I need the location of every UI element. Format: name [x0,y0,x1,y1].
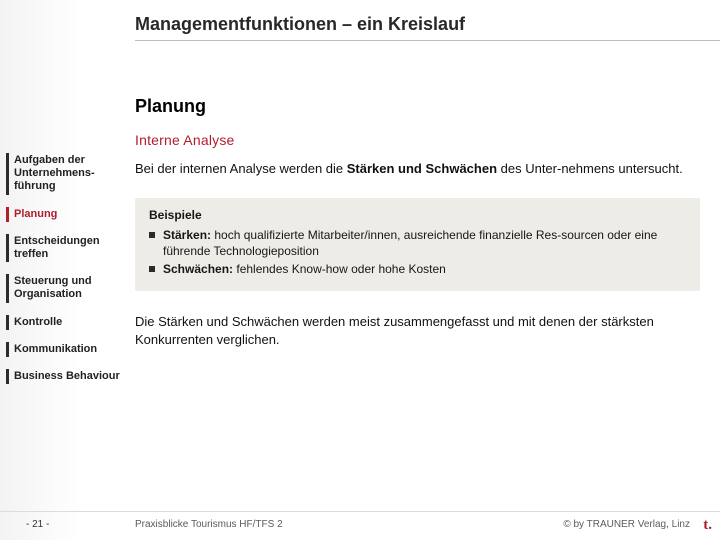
footer-divider [0,511,720,512]
example-row-body: hoch qualifizierte Mitarbeiter/innen, au… [163,228,657,258]
footer-right-text: © by TRAUNER Verlag, Linz [563,519,690,530]
example-row-body: fehlendes Know-how oder hohe Kosten [233,262,446,276]
paragraph-1: Bei der internen Analyse werden die Stär… [135,160,700,178]
title-underline [135,40,720,41]
sidebar-item-aufgaben[interactable]: Aufgaben der Unternehmens-führung [6,150,124,198]
sidebar-item-label: Business Behaviour [14,370,120,382]
example-row-label: Stärken: [163,228,211,242]
nav-bar-icon [6,342,9,357]
page-title: Managementfunktionen – ein Kreislauf [135,14,465,35]
sidebar-item-label: Kontrolle [14,316,62,328]
nav-bar-icon [6,234,9,262]
sidebar-item-planung[interactable]: Planung [6,204,124,225]
sidebar-item-label: Aufgaben der Unternehmens-führung [14,154,95,192]
example-row-text: Schwächen: fehlendes Know-how oder hohe … [163,261,446,277]
sidebar-item-label: Entscheidungen treffen [14,235,100,260]
example-row-label: Schwächen: [163,262,233,276]
nav-bar-icon [6,315,9,330]
para1-pre: Bei der internen Analyse werden die [135,161,347,176]
sidebar-item-steuerung[interactable]: Steuerung und Organisation [6,271,124,305]
sidebar-item-label: Kommunikation [14,343,97,355]
sidebar-item-label: Planung [14,208,57,220]
bullet-square-icon [149,232,155,238]
example-row: Stärken: hoch qualifizierte Mitarbeiter/… [149,227,686,259]
nav-bar-icon [6,274,9,302]
sidebar-item-kommunikation[interactable]: Kommunikation [6,339,124,360]
subsection-title: Interne Analyse [135,132,235,148]
sidebar-item-label: Steuerung und Organisation [14,275,92,300]
example-row: Schwächen: fehlendes Know-how oder hohe … [149,261,686,277]
example-header: Beispiele [149,208,686,222]
sidebar-item-business-behaviour[interactable]: Business Behaviour [6,366,124,387]
example-box: Beispiele Stärken: hoch qualifizierte Mi… [135,198,700,292]
sidebar-nav: Aufgaben der Unternehmens-führung Planun… [6,150,124,393]
nav-bar-icon [6,153,9,195]
example-row-text: Stärken: hoch qualifizierte Mitarbeiter/… [163,227,686,259]
sidebar-item-kontrolle[interactable]: Kontrolle [6,312,124,333]
main-content: Bei der internen Analyse werden die Stär… [135,160,700,348]
logo-dot-icon: . [708,517,712,533]
para1-post: des Unter-nehmens untersucht. [497,161,683,176]
paragraph-2: Die Stärken und Schwächen werden meist z… [135,313,700,348]
publisher-logo: t. [703,517,712,534]
sidebar-item-entscheidungen[interactable]: Entscheidungen treffen [6,231,124,265]
footer-left-text: Praxisblicke Tourismus HF/TFS 2 [135,519,283,530]
section-title: Planung [135,96,206,117]
page-number: - 21 - [26,519,49,530]
nav-bar-icon [6,207,9,222]
nav-bar-icon [6,369,9,384]
bullet-square-icon [149,266,155,272]
para1-bold: Stärken und Schwächen [347,161,497,176]
